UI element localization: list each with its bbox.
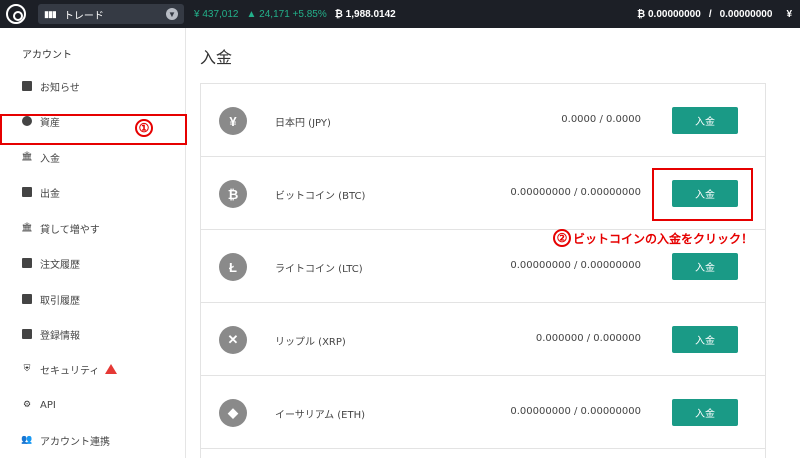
coin-name: 日本円 (JPY) (275, 118, 331, 129)
coin-amount: 0.00000000 / 0.00000000 (510, 260, 641, 271)
warning-icon (105, 364, 118, 374)
litecoin-icon: Ł (219, 253, 247, 281)
clipboard-icon (22, 258, 32, 268)
sidebar-item-label: セキュリティ (40, 365, 100, 377)
sidebar-item-api[interactable]: ⚙ API (0, 390, 186, 420)
sidebar-item-label: 登録情報 (40, 330, 80, 342)
message-icon (22, 81, 32, 91)
mode-select-label: トレード (63, 10, 104, 22)
document-icon (22, 294, 32, 304)
sidebar-item-label: 取引履歴 (40, 295, 80, 307)
coin-amount: 0.0000 / 0.0000 (561, 114, 641, 125)
sidebar-item-label: お知らせ (40, 82, 80, 94)
balance-btc: ₿ 0.00000000 (637, 8, 701, 20)
highlight-box-deposit (0, 114, 187, 145)
coin-name: イーサリアム (ETH) (275, 410, 366, 421)
chevron-down-icon: ▼ (166, 8, 178, 20)
balance-display: ₿ 0.00000000 / 0.00000000 ¥ (637, 0, 800, 28)
step-1-marker: ① (135, 119, 153, 137)
sidebar-header: アカウント (22, 50, 72, 61)
deposit-card: ¥ 日本円 (JPY) 0.0000 / 0.0000 入金 ₿ ビットコイン … (200, 83, 766, 458)
coin-name: ビットコイン (BTC) (275, 191, 366, 202)
chart-bars-icon: ▮▮▮ (44, 8, 57, 19)
sidebar-item-deposit[interactable]: 🏛 入金 (0, 142, 186, 172)
wallet-icon (22, 187, 32, 197)
sidebar-item-lending[interactable]: 🏛 貸して増やす (0, 213, 186, 243)
sidebar-item-label: API (40, 399, 56, 411)
id-card-icon (22, 329, 32, 339)
ripple-icon: ✕ (219, 326, 247, 354)
sidebar-item-trade-history[interactable]: 取引履歴 (0, 284, 186, 314)
highlight-box-btc-deposit (652, 168, 753, 221)
page-title: 入金 (200, 48, 233, 67)
jpy-price: ¥ 437,012 (194, 8, 239, 20)
bitcoin-icon: ₿ (219, 180, 247, 208)
sidebar-item-order-history[interactable]: 注文履歴 (0, 248, 186, 278)
sidebar-item-registration[interactable]: 登録情報 (0, 319, 186, 349)
balance-yen: ¥ (786, 8, 792, 20)
deposit-button-xrp[interactable]: 入金 (672, 326, 738, 353)
deposit-button-eth[interactable]: 入金 (672, 399, 738, 426)
bank-icon: 🏛 (21, 152, 33, 162)
balance-btc-2: 0.00000000 (719, 8, 773, 20)
gear-icon: ⚙ (22, 400, 32, 410)
sidebar-item-notices[interactable]: お知らせ (0, 71, 186, 101)
deposit-button-jpy[interactable]: 入金 (672, 107, 738, 134)
step-2-text: ビットコインの入金をクリック！ (573, 231, 754, 246)
sidebar-item-label: 出金 (40, 188, 60, 200)
sidebar: アカウント お知らせ 資産 🏛 入金 出金 🏛 貸して増やす 注文履歴 取引履歴… (0, 28, 186, 458)
step-2-instruction: ② ビットコインの入金をクリック！ (553, 229, 753, 247)
coin-amount: 0.00000000 / 0.00000000 (510, 187, 641, 198)
price-change: ▲ 24,171 +5.85% (246, 8, 327, 20)
top-bar: ▮▮▮ トレード ▼ ¥ 437,012 ▲ 24,171 +5.85% ₿ 1… (0, 0, 800, 28)
table-row: ◆ イーサリアム (ETH) 0.00000000 / 0.00000000 入… (201, 376, 765, 449)
coin-amount: 0.00000000 / 0.00000000 (510, 406, 641, 417)
sidebar-item-label: 貸して増やす (40, 224, 100, 236)
coin-name: リップル (XRP) (275, 337, 346, 348)
sidebar-item-label: 注文履歴 (40, 259, 80, 271)
coin-amount: 0.000000 / 0.000000 (535, 333, 641, 344)
people-icon: 👥 (21, 435, 33, 445)
shield-icon: ⛨ (23, 364, 31, 374)
sidebar-item-label: アカウント連携 (40, 436, 110, 448)
mode-select[interactable]: ▮▮▮ トレード ▼ (38, 4, 184, 24)
yen-icon: ¥ (219, 107, 247, 135)
balance-separator: / (708, 8, 712, 20)
table-row: ¥ 日本円 (JPY) 0.0000 / 0.0000 入金 (201, 84, 765, 157)
coin-name: ライトコイン (LTC) (275, 264, 363, 275)
step-2-marker: ② (553, 229, 571, 247)
price-ticker: ¥ 437,012 ▲ 24,171 +5.85% ₿ 1,988.0142 (194, 9, 404, 20)
logo-icon[interactable] (6, 4, 26, 24)
table-row: ✕ リップル (XRP) 0.000000 / 0.000000 入金 (201, 303, 765, 376)
ethereum-icon: ◆ (219, 399, 247, 427)
sidebar-item-account-link[interactable]: 👥 アカウント連携 (0, 425, 186, 455)
sidebar-item-withdraw[interactable]: 出金 (0, 177, 186, 207)
bank-icon: 🏛 (21, 223, 33, 233)
sidebar-item-label: 入金 (40, 153, 60, 165)
sidebar-item-security[interactable]: ⛨ セキュリティ (0, 354, 186, 384)
btc-price: ₿ 1,988.0142 (334, 8, 396, 20)
deposit-button-ltc[interactable]: 入金 (672, 253, 738, 280)
